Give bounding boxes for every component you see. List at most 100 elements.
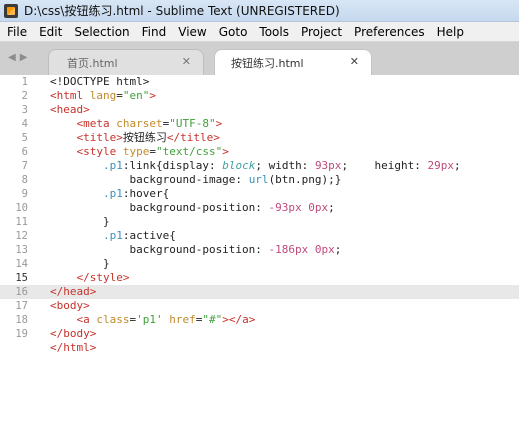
code-line[interactable]: <meta charset="UTF-8"> [50, 117, 223, 131]
code-line[interactable]: </head> [50, 285, 96, 299]
code-token: </title> [166, 131, 220, 144]
code-token: class [96, 313, 130, 326]
code-token: ></a> [222, 313, 256, 326]
title-bar: D:\css\按钮练习.html - Sublime Text (UNREGIS… [0, 0, 519, 22]
code-token: <head> [50, 103, 90, 116]
code-line[interactable]: } [50, 257, 110, 271]
code-token: ; [454, 159, 461, 172]
code-line[interactable]: <a class='p1' href="#"></a> [50, 313, 256, 327]
code-token: :active{ [122, 229, 176, 242]
code-line[interactable]: </style> [50, 271, 130, 285]
line-number: 15 [15, 272, 28, 284]
code-line[interactable]: <title>按钮练习</title> [50, 131, 220, 145]
menu-preferences[interactable]: Preferences [348, 25, 431, 39]
code-token: ; height: [341, 159, 428, 172]
code-token: url [248, 173, 269, 186]
code-token: <body> [50, 299, 90, 312]
line-number: 8 [21, 174, 28, 186]
code-token: <style [76, 145, 123, 158]
menu-tools[interactable]: Tools [253, 25, 295, 39]
menu-edit[interactable]: Edit [33, 25, 68, 39]
code-token: type [122, 145, 150, 158]
code-token: <!DOCTYPE html> [50, 75, 150, 88]
code-line[interactable]: <!DOCTYPE html> [50, 75, 149, 89]
close-icon[interactable]: ✕ [182, 55, 191, 68]
code-token: .p1 [102, 159, 123, 172]
code-token: block [222, 159, 256, 172]
code-token: = [149, 145, 156, 158]
menu-selection[interactable]: Selection [68, 25, 135, 39]
close-icon[interactable]: ✕ [350, 55, 359, 68]
line-number: 14 [15, 258, 28, 270]
line-number: 13 [15, 244, 28, 256]
code-line[interactable]: <body> [50, 299, 90, 313]
menu-view[interactable]: View [172, 25, 212, 39]
menu-find[interactable]: Find [136, 25, 173, 39]
code-token: 93px [314, 159, 342, 172]
code-token: ; width: [255, 159, 315, 172]
code-line[interactable]: </body> [50, 327, 96, 341]
menu-project[interactable]: Project [295, 25, 348, 39]
code-token: </html> [50, 341, 97, 354]
code-line[interactable]: } [50, 215, 110, 229]
code-line[interactable]: <head> [50, 103, 90, 117]
code-line[interactable]: .p1:link{display: block; width: 93px; he… [50, 159, 461, 173]
code-token: (btn.png);} [268, 173, 342, 186]
menu-bar: File Edit Selection Find View Goto Tools… [0, 22, 519, 42]
line-number: 16 [15, 286, 28, 298]
tab-button-practice-html[interactable]: 按钮练习.html ✕ [214, 49, 372, 75]
line-number: 4 [21, 118, 28, 130]
code-token: background-position: [50, 201, 269, 214]
window-title: D:\css\按钮练习.html - Sublime Text (UNREGIS… [24, 4, 340, 18]
code-token: lang [89, 89, 117, 102]
code-token: } [50, 215, 110, 228]
menu-help[interactable]: Help [431, 25, 470, 39]
code-token: "text/css" [155, 145, 223, 158]
code-token: <meta [76, 117, 117, 130]
code-editor[interactable]: 1 2 3 4 5 6 7 8 9 10 11 12 13 14 15 16 17 18 19 <!DOCTYPE … [0, 75, 519, 428]
code-token: .p1 [102, 229, 123, 242]
code-line[interactable]: </html> [50, 341, 96, 355]
line-number: 9 [21, 188, 28, 200]
code-line[interactable]: background-position: -93px 0px; [50, 201, 335, 215]
code-token: 按钮练习 [122, 131, 167, 144]
menu-goto[interactable]: Goto [213, 25, 254, 39]
code-token: "en" [122, 89, 150, 102]
code-token: <html [50, 89, 90, 102]
code-line[interactable]: .p1:hover{ [50, 187, 169, 201]
tab-nav-arrows-icon[interactable]: ◀▶ [8, 52, 31, 63]
code-token: -93px 0px [268, 201, 329, 214]
code-token: > [149, 89, 156, 102]
code-line[interactable]: <html lang="en"> [50, 89, 156, 103]
line-number: 7 [21, 160, 28, 172]
menu-file[interactable]: File [0, 25, 33, 39]
code-token: } [50, 257, 110, 270]
line-number: 17 [15, 300, 28, 312]
code-token: > [222, 145, 229, 158]
sublime-text-icon [4, 3, 18, 18]
tab-index-html[interactable]: 首页.html ✕ [48, 49, 204, 75]
code-token: -186px 0px [268, 243, 335, 256]
code-token: ; [334, 243, 342, 256]
tab-label: 按钮练习.html [231, 56, 304, 70]
code-token: "#" [202, 313, 223, 326]
code-line[interactable]: background-image: url(btn.png);} [50, 173, 341, 187]
code-line[interactable]: background-position: -186px 0px; [50, 243, 341, 257]
line-number: 5 [21, 132, 28, 144]
code-token: charset [116, 117, 163, 130]
code-line[interactable]: .p1:active{ [50, 229, 176, 243]
code-token: ; [328, 201, 335, 214]
line-number: 1 [21, 76, 28, 88]
line-number: 2 [21, 90, 28, 102]
code-token: <title> [76, 131, 123, 144]
line-number: 6 [21, 146, 28, 158]
line-number: 18 [15, 314, 28, 326]
code-line[interactable]: <style type="text/css"> [50, 145, 229, 159]
code-token: </head> [50, 285, 97, 298]
